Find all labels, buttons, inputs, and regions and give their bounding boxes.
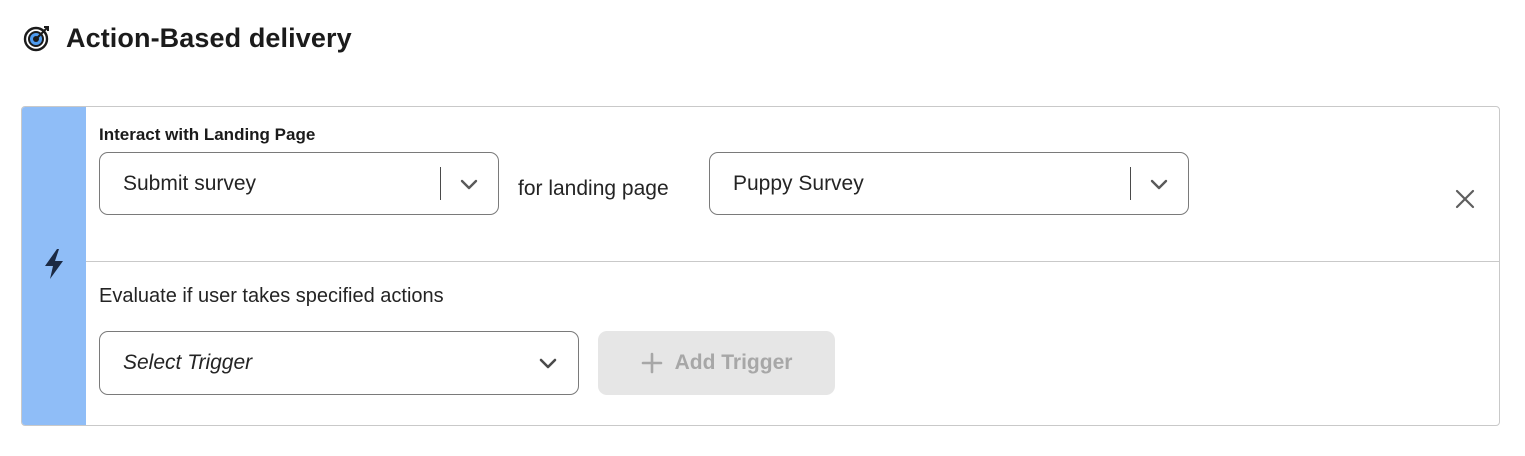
section-header: Action-Based delivery	[22, 16, 352, 60]
trigger-select[interactable]: Select Trigger	[99, 331, 579, 395]
evaluate-label: Evaluate if user takes specified actions	[99, 285, 444, 307]
select-divider	[1130, 167, 1131, 200]
target-icon	[22, 23, 52, 53]
add-trigger-label: Add Trigger	[674, 351, 793, 374]
trigger-rule-card: Interact with Landing Page Submit survey…	[21, 106, 1500, 426]
landing-page-select-value: Puppy Survey	[733, 171, 864, 195]
close-icon[interactable]	[1453, 187, 1477, 211]
landing-page-select[interactable]: Puppy Survey	[709, 152, 1189, 215]
select-divider	[440, 167, 441, 200]
trigger-select-placeholder: Select Trigger	[123, 351, 253, 374]
plus-icon	[641, 352, 663, 374]
rule-rail	[22, 107, 86, 425]
action-select[interactable]: Submit survey	[99, 152, 499, 215]
lightning-bolt-icon	[40, 247, 68, 286]
trigger-event-section: Interact with Landing Page Submit survey…	[86, 107, 1499, 262]
action-select-value: Submit survey	[123, 171, 257, 195]
chevron-down-icon[interactable]	[459, 174, 479, 194]
add-trigger-button[interactable]: Add Trigger	[598, 331, 835, 395]
chevron-down-icon[interactable]	[538, 353, 558, 373]
page: Action-Based delivery Interact with Land…	[0, 0, 1525, 456]
evaluate-section: Evaluate if user takes specified actions…	[86, 262, 1499, 425]
page-title: Action-Based delivery	[66, 22, 352, 53]
rule-body: Interact with Landing Page Submit survey…	[86, 107, 1499, 425]
chevron-down-icon[interactable]	[1149, 174, 1169, 194]
connector-text: for landing page	[518, 177, 669, 200]
section-label: Interact with Landing Page	[99, 125, 316, 144]
